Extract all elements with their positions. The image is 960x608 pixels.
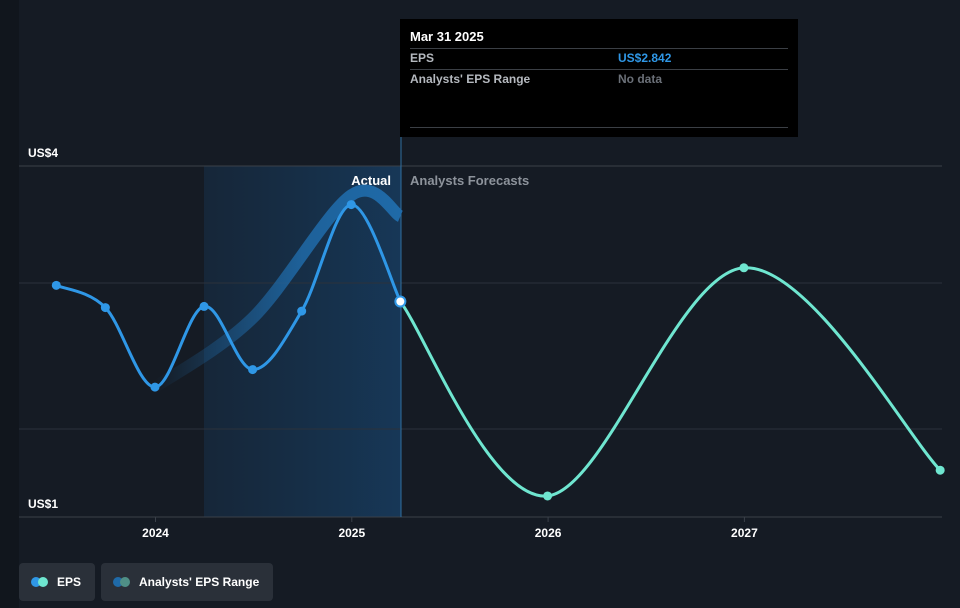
- tooltip-range-value: No data: [618, 72, 663, 86]
- x-tick-label: 2027: [731, 526, 758, 540]
- y-label-bottom: US$1: [28, 497, 58, 511]
- legend-item-eps[interactable]: EPS: [19, 563, 96, 601]
- forecast-label: Analysts Forecasts: [410, 173, 529, 188]
- x-tick-label: 2025: [338, 526, 365, 540]
- legend-dot: [120, 577, 131, 587]
- x-tick-label: 2026: [535, 526, 562, 540]
- eps-hover-point[interactable]: [394, 295, 407, 308]
- eps-legend-icon: [31, 577, 49, 587]
- legend-item-eps-range[interactable]: Analysts' EPS Range: [101, 563, 274, 601]
- eps-point[interactable]: [346, 200, 356, 210]
- eps-forecast-point[interactable]: [739, 263, 749, 273]
- range-legend-icon: [113, 577, 131, 587]
- eps-point[interactable]: [150, 382, 160, 392]
- tooltip-eps-row: EPS US$2.842: [410, 48, 788, 69]
- left-panel: [0, 0, 19, 608]
- legend-label-eps-range: Analysts' EPS Range: [139, 575, 260, 589]
- eps-point[interactable]: [297, 306, 307, 316]
- tooltip-range-row: Analysts' EPS Range No data: [410, 69, 788, 90]
- eps-forecast-point[interactable]: [543, 491, 553, 501]
- tooltip-range-label: Analysts' EPS Range: [410, 72, 531, 86]
- tooltip-eps-value: US$2.842: [618, 51, 672, 65]
- tooltip-eps-label: EPS: [410, 51, 435, 65]
- legend: EPS Analysts' EPS Range: [19, 563, 274, 601]
- hover-tooltip: Mar 31 2025 EPS US$2.842 Analysts' EPS R…: [400, 19, 798, 137]
- x-tick-label: 2024: [142, 526, 169, 540]
- legend-dot: [38, 577, 48, 587]
- tooltip-divider: [410, 127, 788, 128]
- legend-label-eps: EPS: [57, 575, 82, 589]
- eps-point[interactable]: [100, 303, 110, 313]
- eps-point[interactable]: [248, 365, 258, 375]
- tooltip-date: Mar 31 2025: [410, 29, 484, 44]
- eps-forecast-point[interactable]: [935, 465, 945, 475]
- y-label-top: US$4: [28, 146, 58, 160]
- eps-point[interactable]: [199, 301, 209, 311]
- eps-forecast-line: [398, 266, 942, 498]
- eps-point[interactable]: [51, 280, 61, 290]
